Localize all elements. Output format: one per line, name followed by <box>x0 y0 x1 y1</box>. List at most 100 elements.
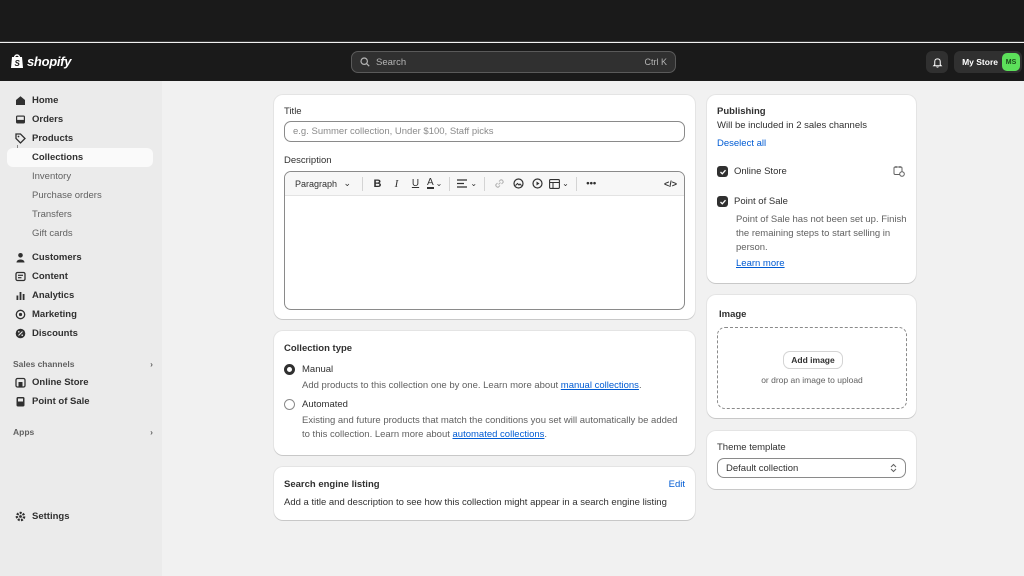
pos-note-line-3: person. <box>736 242 768 253</box>
manual-description-text: Add products to this collection one by o… <box>302 380 561 391</box>
bold-icon[interactable]: B <box>370 176 385 192</box>
title-input[interactable]: e.g. Summer collection, Under $100, Staf… <box>284 121 685 142</box>
image-icon[interactable] <box>511 176 526 192</box>
sidebar-item-settings[interactable]: Settings <box>7 507 153 526</box>
home-icon <box>15 95 26 106</box>
underline-icon[interactable]: U <box>408 176 423 192</box>
sidebar-item-products[interactable]: Products <box>7 129 153 148</box>
collection-type-card: Collection type Manual Add products to t… <box>274 331 695 455</box>
title-label: Title <box>284 106 302 117</box>
shopify-logo[interactable]: S shopify <box>10 53 71 69</box>
sidebar-item-orders[interactable]: Orders <box>7 110 153 129</box>
apps-label: Apps <box>13 427 35 437</box>
gear-icon <box>15 511 26 522</box>
search-icon <box>360 57 370 67</box>
sidebar-item-label: Point of Sale <box>32 396 90 407</box>
video-icon[interactable] <box>530 176 545 192</box>
automated-radio[interactable] <box>284 399 295 410</box>
discount-icon <box>15 328 26 339</box>
sidebar-item-online-store[interactable]: Online Store <box>7 373 153 392</box>
description-editor[interactable]: Paragraph ⌄ B I U A ⌄ ⌄ ⌄ ••• </> <box>284 171 685 310</box>
table-icon[interactable]: ⌄ <box>549 176 569 192</box>
theme-template-select[interactable]: Default collection <box>717 458 906 478</box>
sidebar-item-label: Discounts <box>32 328 78 339</box>
target-icon <box>15 309 26 320</box>
notifications-button[interactable] <box>926 51 948 73</box>
sidebar-item-point-of-sale[interactable]: Point of Sale <box>7 392 153 411</box>
automated-description-1: Existing and future products that match … <box>302 415 678 426</box>
toolbar-divider <box>484 176 486 191</box>
point-of-sale-label: Point of Sale <box>734 196 788 207</box>
check-icon <box>719 169 726 175</box>
online-store-label: Online Store <box>734 166 787 177</box>
publishing-subtitle: Will be included in 2 sales channels <box>717 120 867 131</box>
search-placeholder: Search <box>376 56 407 68</box>
seo-card: Search engine listing Edit Add a title a… <box>274 467 695 520</box>
sidebar-item-customers[interactable]: Customers <box>7 248 153 267</box>
store-icon <box>15 377 26 388</box>
drop-image-text: or drop an image to upload <box>761 375 863 385</box>
sidebar-item-collections[interactable]: Collections <box>7 148 153 167</box>
bar-chart-icon <box>15 290 26 301</box>
online-store-checkbox[interactable] <box>717 166 728 177</box>
sidebar-item-analytics[interactable]: Analytics <box>7 286 153 305</box>
manual-label: Manual <box>302 364 334 375</box>
pos-note-line-1: Point of Sale has not been set up. Finis… <box>736 214 907 225</box>
sidebar-item-gift-cards[interactable]: Gift cards <box>7 224 153 243</box>
calendar-schedule-icon[interactable] <box>893 165 905 180</box>
theme-template-value: Default collection <box>726 462 799 474</box>
search-input[interactable]: Search Ctrl K <box>351 51 676 73</box>
add-image-button[interactable]: Add image <box>784 352 842 368</box>
publishing-heading: Publishing <box>717 106 766 117</box>
format-dropdown[interactable]: Paragraph ⌄ <box>291 176 355 192</box>
automated-description-period: . <box>544 429 548 440</box>
avatar: MS <box>1002 53 1020 71</box>
sales-channels-section[interactable]: Sales channels › <box>13 359 153 369</box>
chevron-right-icon: › <box>150 359 153 369</box>
automated-label: Automated <box>302 399 348 410</box>
shopify-bag-icon: S <box>11 54 23 68</box>
check-icon <box>719 199 726 205</box>
sidebar-item-label: Settings <box>32 511 70 522</box>
sidebar-item-inventory[interactable]: Inventory <box>7 167 153 186</box>
apps-section[interactable]: Apps › <box>13 427 153 437</box>
deselect-all-link[interactable]: Deselect all <box>717 138 766 149</box>
format-label: Paragraph <box>295 178 338 189</box>
seo-edit-link[interactable]: Edit <box>669 479 685 490</box>
chevron-down-icon: ⌄ <box>343 178 351 188</box>
sidebar-item-home[interactable]: Home <box>7 91 153 110</box>
automated-collections-link[interactable]: automated collections <box>453 429 545 440</box>
store-menu-button[interactable]: My Store MS <box>954 51 1022 73</box>
link-icon[interactable] <box>492 176 507 192</box>
manual-description-period: . <box>638 380 642 391</box>
automated-description-2: to this collection. Learn more about aut… <box>302 429 547 440</box>
learn-more-link[interactable]: Learn more <box>736 258 785 269</box>
image-heading: Image <box>719 309 747 320</box>
theme-template-card: Theme template Default collection <box>707 431 916 489</box>
sidebar-item-marketing[interactable]: Marketing <box>7 305 153 324</box>
bell-icon <box>932 57 942 68</box>
sidebar-item-transfers[interactable]: Transfers <box>7 205 153 224</box>
sidebar-item-discounts[interactable]: Discounts <box>7 324 153 343</box>
manual-collections-link[interactable]: manual collections <box>561 380 639 391</box>
search-shortcut: Ctrl K <box>644 57 668 67</box>
manual-radio[interactable] <box>284 364 295 375</box>
sidebar-item-purchase-orders[interactable]: Purchase orders <box>7 186 153 205</box>
sidebar-item-content[interactable]: Content <box>7 267 153 286</box>
more-icon[interactable]: ••• <box>584 176 599 192</box>
italic-icon[interactable]: I <box>389 176 404 192</box>
image-dropzone[interactable]: Add image or drop an image to upload <box>717 327 907 409</box>
logo-text: shopify <box>27 53 72 69</box>
sidebar-item-label: Analytics <box>32 290 75 301</box>
sales-channels-label: Sales channels <box>13 359 75 369</box>
sidebar-item-label: Online Store <box>32 377 89 388</box>
text-color-icon[interactable]: A ⌄ <box>427 176 442 192</box>
code-icon[interactable]: </> <box>663 176 678 192</box>
collection-type-heading: Collection type <box>284 343 353 354</box>
manual-description: Add products to this collection one by o… <box>302 380 642 391</box>
person-icon <box>15 252 26 263</box>
align-icon[interactable]: ⌄ <box>457 176 477 192</box>
point-of-sale-checkbox[interactable] <box>717 196 728 207</box>
description-label: Description <box>284 155 332 166</box>
sidebar-item-label: Customers <box>32 252 82 263</box>
